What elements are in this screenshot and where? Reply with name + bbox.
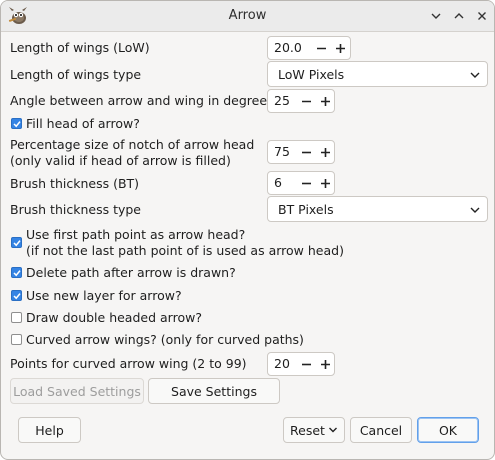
help-button[interactable]: Help — [18, 417, 81, 443]
chevron-down-icon — [328, 427, 337, 433]
curved-points-spinner[interactable]: 20 — [267, 352, 335, 376]
delete-path-label: Delete path after arrow is drawn? — [26, 265, 236, 280]
length-of-wings-type-value: LoW Pixels — [278, 67, 345, 82]
length-of-wings-spinner[interactable]: 20.0 — [267, 36, 351, 60]
double-headed-checkbox[interactable] — [11, 312, 22, 323]
minimize-button[interactable] — [425, 5, 447, 27]
ok-button[interactable]: OK — [417, 417, 479, 443]
plus-icon — [335, 43, 345, 53]
window-title: Arrow — [228, 8, 267, 23]
increment-button[interactable] — [331, 38, 349, 58]
minus-icon — [301, 100, 311, 102]
curved-points-value[interactable]: 20 — [274, 356, 290, 371]
curved-wings-checkbox[interactable] — [11, 334, 22, 345]
curved-points-label: Points for curved arrow wing (2 to 99) — [10, 356, 247, 371]
notch-label: Percentage size of notch of arrow head — [10, 137, 255, 152]
minus-icon — [301, 151, 311, 153]
plus-icon — [320, 359, 330, 369]
length-of-wings-type-label: Length of wings type — [10, 67, 142, 82]
check-icon — [13, 270, 21, 277]
chevron-down-icon — [431, 13, 441, 19]
new-layer-checkbox[interactable] — [11, 290, 22, 301]
maximize-button[interactable] — [448, 5, 470, 27]
decrement-button[interactable] — [297, 354, 315, 374]
check-icon — [13, 240, 21, 247]
check-icon — [13, 121, 21, 128]
double-headed-label: Draw double headed arrow? — [26, 310, 202, 325]
use-first-point-sublabel: (if not the last path point of is used a… — [26, 243, 344, 258]
chevron-down-icon — [470, 207, 480, 213]
decrement-button[interactable] — [297, 142, 315, 162]
plus-icon — [320, 147, 330, 157]
chevron-down-icon — [470, 72, 480, 78]
curved-wings-label: Curved arrow wings? (only for curved pat… — [26, 332, 304, 347]
delete-path-checkbox[interactable] — [11, 267, 22, 278]
length-of-wings-type-select[interactable]: LoW Pixels — [267, 61, 488, 87]
notch-spinner[interactable]: 75 — [267, 140, 335, 164]
close-icon — [478, 12, 486, 20]
minus-icon — [301, 182, 311, 184]
length-of-wings-label: Length of wings (LoW) — [10, 40, 150, 55]
cancel-button[interactable]: Cancel — [350, 417, 412, 443]
angle-spinner[interactable]: 25 — [267, 89, 335, 113]
increment-button[interactable] — [316, 142, 334, 162]
notch-sublabel: (only valid if head of arrow is filled) — [10, 153, 231, 168]
plus-icon — [320, 96, 330, 106]
decrement-button[interactable] — [297, 173, 315, 193]
angle-label: Angle between arrow and wing in degrees — [10, 93, 274, 108]
notch-value[interactable]: 75 — [274, 144, 290, 159]
minus-icon — [301, 363, 311, 365]
plus-icon — [320, 178, 330, 188]
increment-button[interactable] — [316, 173, 334, 193]
use-first-point-checkbox[interactable] — [11, 237, 22, 248]
check-icon — [13, 293, 21, 300]
chevron-up-icon — [454, 13, 464, 19]
fill-head-checkbox[interactable] — [11, 118, 22, 129]
decrement-button[interactable] — [297, 91, 315, 111]
brush-thickness-value[interactable]: 6 — [274, 175, 282, 190]
length-of-wings-value[interactable]: 20.0 — [274, 40, 302, 55]
increment-button[interactable] — [316, 91, 334, 111]
close-button[interactable] — [471, 5, 493, 27]
fill-head-label: Fill head of arrow? — [26, 116, 140, 131]
brush-thickness-type-select[interactable]: BT Pixels — [267, 196, 488, 222]
reset-label: Reset — [290, 422, 325, 438]
angle-value[interactable]: 25 — [274, 93, 290, 108]
brush-thickness-type-value: BT Pixels — [278, 202, 334, 217]
new-layer-label: Use new layer for arrow? — [26, 288, 182, 303]
title-bar[interactable]: Arrow — [1, 1, 494, 32]
arrow-dialog: Arrow Length of wings (LoW) 20.0 Length … — [0, 0, 495, 460]
brush-thickness-type-label: Brush thickness type — [10, 202, 141, 217]
save-settings-button[interactable]: Save Settings — [148, 378, 280, 404]
increment-button[interactable] — [316, 354, 334, 374]
reset-button[interactable]: Reset — [283, 417, 345, 443]
minus-icon — [316, 47, 326, 49]
use-first-point-label: Use first path point as arrow head? — [26, 227, 246, 242]
load-saved-settings-button[interactable]: Load Saved Settings — [10, 378, 144, 404]
brush-thickness-spinner[interactable]: 6 — [267, 171, 335, 195]
decrement-button[interactable] — [312, 38, 330, 58]
brush-thickness-label: Brush thickness (BT) — [10, 176, 140, 191]
